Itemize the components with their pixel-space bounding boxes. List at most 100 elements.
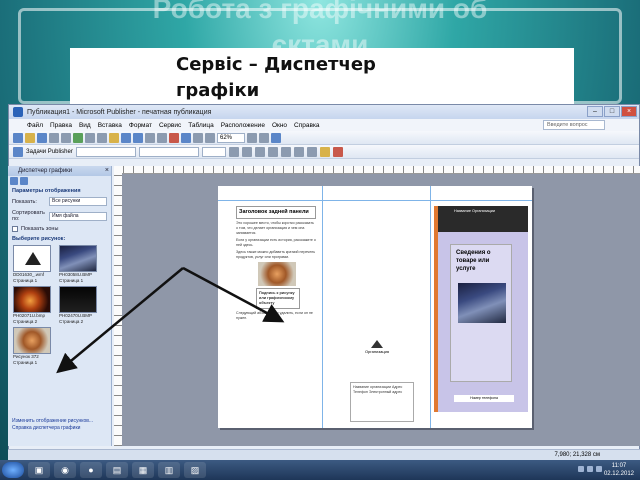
picture-item[interactable]: PH02470U.BMP Страница 2	[59, 286, 99, 325]
insert-picture-icon[interactable]	[169, 132, 179, 143]
show-zoom-label: Показать зоны	[21, 226, 59, 232]
menu-window[interactable]: Окно	[272, 122, 287, 129]
powerpoint-icon[interactable]: ▦	[132, 462, 154, 478]
help-icon[interactable]	[271, 132, 281, 143]
picture-caption-box[interactable]: Подпись к рисунку или графическому объек…	[256, 288, 300, 309]
new-icon[interactable]	[13, 132, 23, 143]
forward-arrow-icon[interactable]	[20, 177, 28, 185]
picture-thumbnail[interactable]	[13, 327, 51, 354]
front-icon[interactable]	[145, 132, 155, 143]
windows-taskbar: ▣ ◉ ● ▤ ▦ ▥ ▨ 11:07 02.12.2012	[0, 460, 640, 480]
back-panel-text[interactable]: Здесь также можно добавить краткий переч…	[236, 250, 316, 260]
phone-box[interactable]: Номер телефона	[454, 395, 514, 402]
picture-list: DD01630_.wmf Страница 1 PH03058U.BMP Стр…	[8, 243, 111, 368]
align-left-icon[interactable]	[267, 146, 278, 157]
menu-file[interactable]: Файл	[27, 122, 43, 129]
tasks-icon[interactable]	[13, 146, 23, 157]
picture-item[interactable]: PH03058U.BMP Страница 1	[59, 245, 99, 284]
picture-item[interactable]: Рисунок 372 Страница 1	[13, 327, 53, 366]
publisher-taskbar-icon[interactable]: ▨	[184, 462, 206, 478]
product-info-title[interactable]: Сведения о товаре или услуге	[451, 245, 511, 277]
picture-thumbnail[interactable]	[59, 245, 97, 272]
back-panel-text[interactable]: Следующий абзац можно удалить, если он н…	[236, 311, 316, 321]
copy-icon[interactable]	[97, 132, 107, 143]
zoom-select[interactable]: 62%	[217, 132, 245, 143]
food-picture[interactable]	[258, 262, 296, 286]
product-info-box[interactable]: Сведения о товаре или услуге	[450, 244, 512, 382]
picture-thumbnail[interactable]	[13, 245, 51, 272]
zoom-out-icon[interactable]	[247, 132, 257, 143]
picture-item[interactable]: PH02071U.bmp Страница 2	[13, 286, 53, 325]
style-combo[interactable]	[75, 146, 136, 157]
fill-color-icon[interactable]	[319, 146, 330, 157]
back-arrow-icon[interactable]	[10, 177, 18, 185]
save-icon[interactable]	[37, 132, 47, 143]
menu-insert[interactable]: Вставка	[98, 122, 122, 129]
undo-icon[interactable]	[121, 132, 131, 143]
vertical-ruler[interactable]	[114, 166, 122, 446]
align-right-icon[interactable]	[293, 146, 304, 157]
start-button-icon[interactable]	[2, 462, 24, 478]
back-panel-text[interactable]: Это хорошее место, чтобы коротко рассказ…	[236, 221, 316, 236]
city-picture[interactable]	[458, 283, 506, 323]
bullets-icon[interactable]	[306, 146, 317, 157]
menu-table[interactable]: Таблица	[188, 122, 214, 129]
folder-icon[interactable]: ▤	[106, 462, 128, 478]
menu-format[interactable]: Формат	[129, 122, 152, 129]
publication-page[interactable]: Заголовок задней панели Это хорошее мест…	[218, 186, 532, 428]
word-icon[interactable]: ▥	[158, 462, 180, 478]
menu-help[interactable]: Справка	[294, 122, 320, 129]
minimize-button[interactable]: –	[587, 106, 603, 117]
graphics-help-link[interactable]: Справка диспетчера графики	[12, 425, 93, 432]
organization-logo[interactable]: Организация	[362, 340, 392, 354]
picture-caption: PH03058U.BMP Страница 1	[59, 272, 92, 283]
sort-select[interactable]: Имя файла	[49, 211, 107, 221]
close-button[interactable]: ×	[621, 106, 637, 117]
volume-icon[interactable]	[587, 466, 593, 472]
rows-icon[interactable]	[205, 132, 215, 143]
back-icon[interactable]	[157, 132, 167, 143]
columns-icon[interactable]	[193, 132, 203, 143]
open-icon[interactable]	[25, 132, 35, 143]
spelling-icon[interactable]	[73, 132, 83, 143]
zoom-in-icon[interactable]	[259, 132, 269, 143]
help-search-input[interactable]: Введите вопрос	[543, 120, 605, 130]
font-combo[interactable]	[138, 146, 199, 157]
change-view-link[interactable]: Изменить отображение рисунков...	[12, 418, 93, 425]
hyperlink-icon[interactable]	[181, 132, 191, 143]
menu-edit[interactable]: Правка	[50, 122, 72, 129]
tasks-label[interactable]: Задачи Publisher	[26, 149, 73, 155]
front-panel-header[interactable]: Название Организации	[438, 206, 528, 232]
cut-icon[interactable]	[85, 132, 95, 143]
language-icon[interactable]	[596, 466, 602, 472]
pane-close-icon[interactable]: ×	[105, 166, 109, 176]
show-select[interactable]: Все рисунки	[49, 197, 107, 206]
picture-item[interactable]: DD01630_.wmf Страница 1	[13, 245, 53, 284]
menu-arrange[interactable]: Расположение	[221, 122, 265, 129]
menu-view[interactable]: Вид	[79, 122, 91, 129]
redo-icon[interactable]	[133, 132, 143, 143]
maximize-button[interactable]: □	[604, 106, 620, 117]
chrome-icon[interactable]: ◉	[54, 462, 76, 478]
firefox-icon[interactable]: ●	[80, 462, 102, 478]
menu-tools[interactable]: Сервис	[159, 122, 181, 129]
font-color-icon[interactable]	[332, 146, 343, 157]
back-panel-text[interactable]: Если у организации есть история, расскаж…	[236, 238, 316, 248]
horizontal-ruler[interactable]	[114, 166, 640, 174]
bold-icon[interactable]	[228, 146, 239, 157]
picture-thumbnail[interactable]	[13, 286, 51, 313]
print-icon[interactable]	[49, 132, 59, 143]
align-center-icon[interactable]	[280, 146, 291, 157]
paste-icon[interactable]	[109, 132, 119, 143]
italic-icon[interactable]	[241, 146, 252, 157]
address-box[interactable]: Название организации Адрес Телефон Элект…	[350, 382, 414, 422]
clock[interactable]: 11:07 02.12.2012	[604, 462, 634, 478]
preview-icon[interactable]	[61, 132, 71, 143]
underline-icon[interactable]	[254, 146, 265, 157]
show-zoom-checkbox[interactable]	[12, 226, 18, 232]
size-combo[interactable]	[201, 146, 226, 157]
explorer-icon[interactable]: ▣	[28, 462, 50, 478]
back-panel-heading[interactable]: Заголовок задней панели	[236, 206, 316, 219]
network-icon[interactable]	[578, 466, 584, 472]
picture-thumbnail[interactable]	[59, 286, 97, 313]
